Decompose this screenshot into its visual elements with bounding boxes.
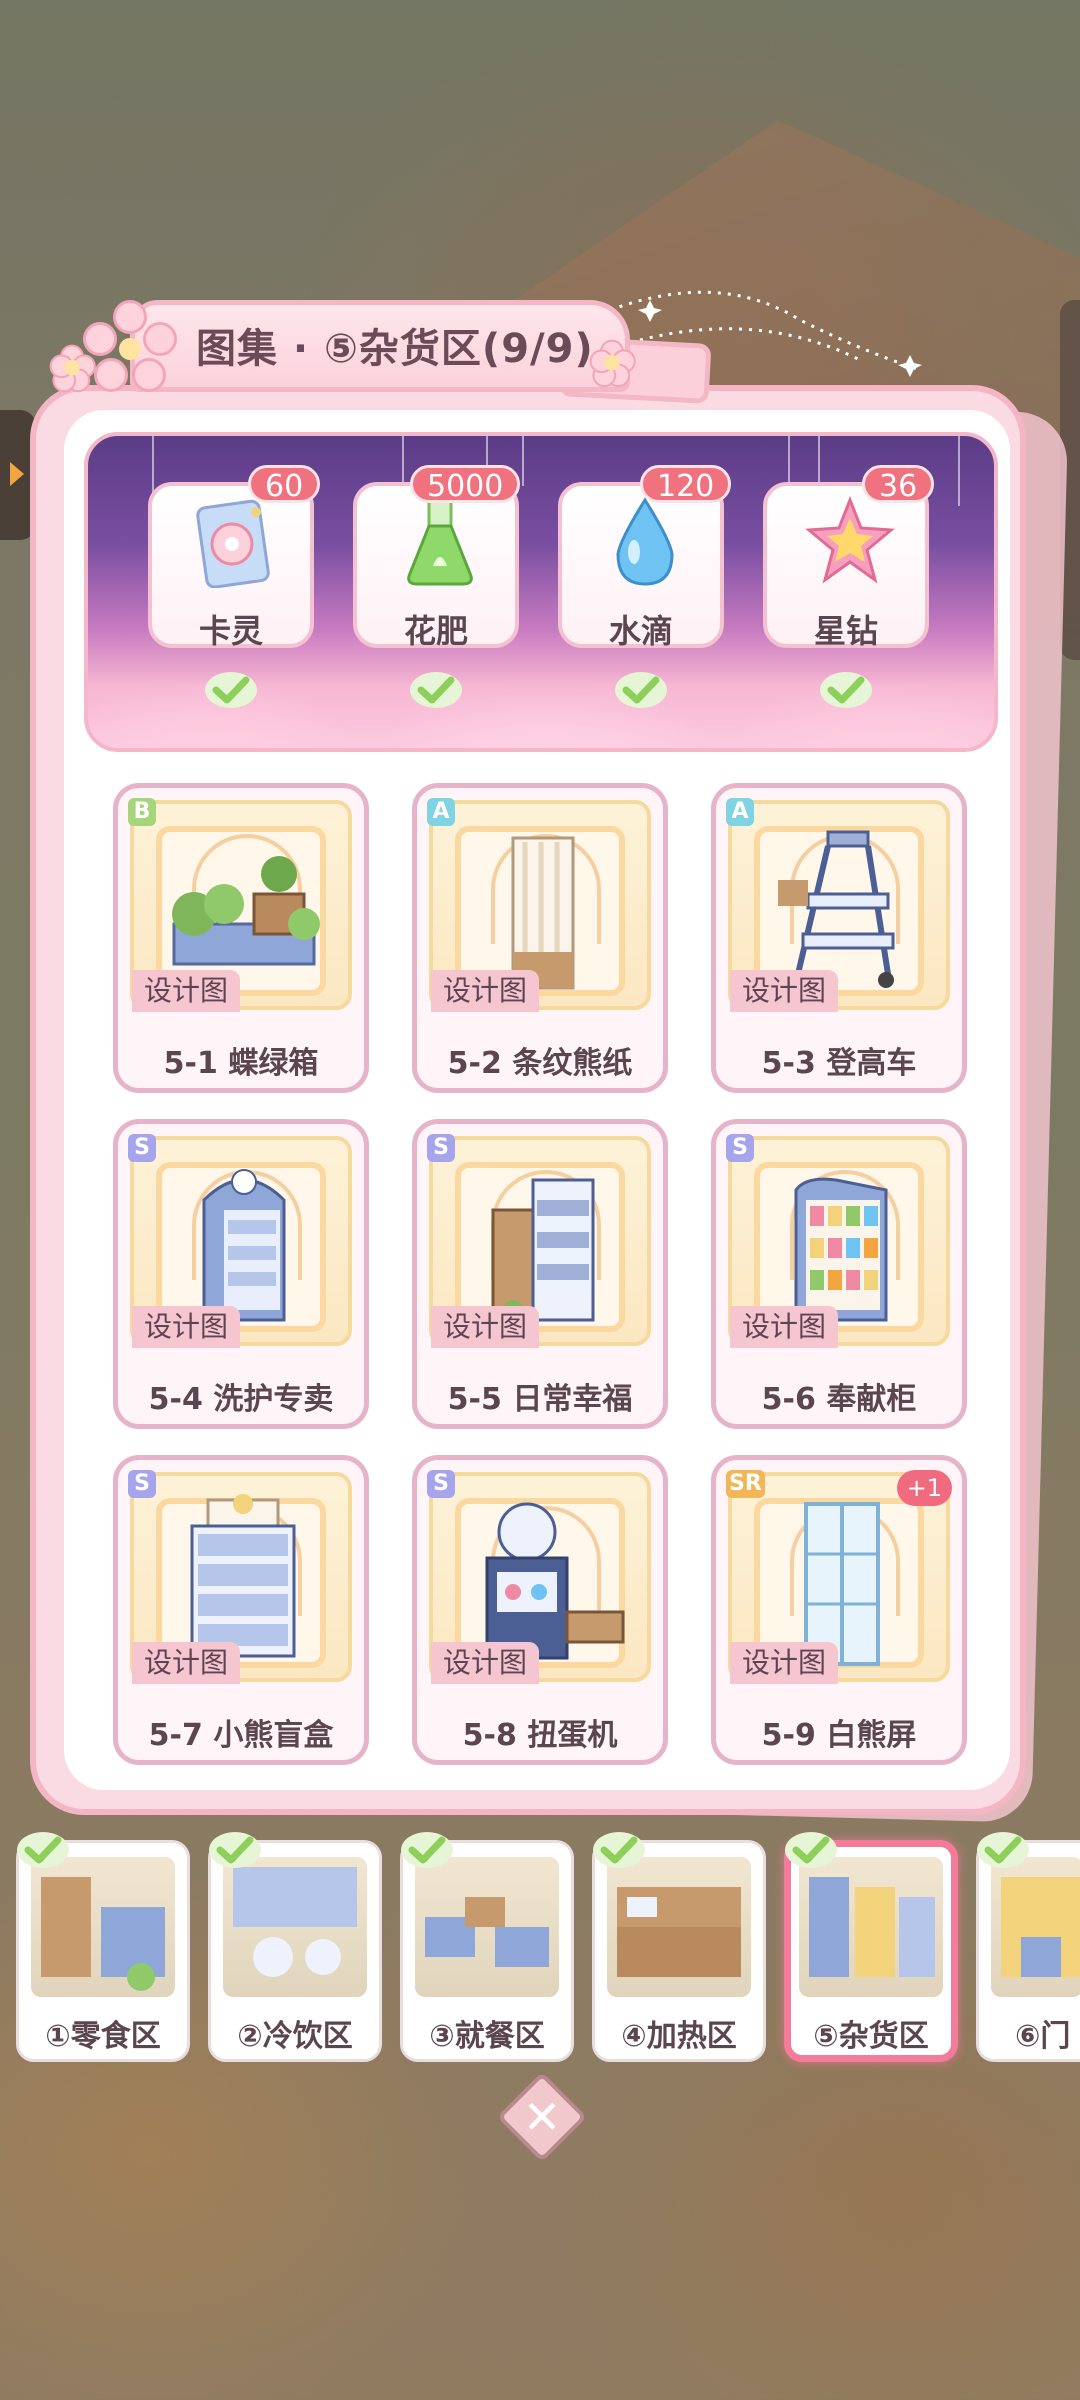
check-icon: [205, 672, 257, 708]
blueprint-tag: 设计图: [730, 1306, 839, 1348]
item-name: 5-8 扭蛋机: [462, 1718, 618, 1753]
area-label: ②冷饮区: [237, 2019, 353, 2054]
blueprint-card-5-6[interactable]: S 设计图 5-6 奉献柜: [711, 1119, 967, 1429]
area-tab-grocery[interactable]: ⑤杂货区: [784, 1840, 958, 2062]
area-label: ①零食区: [45, 2019, 161, 2054]
area-thumbnail: [415, 1857, 559, 1997]
area-label: ④加热区: [621, 2019, 737, 2054]
flower-icon: [589, 339, 636, 388]
toiletry-shelf-icon: [202, 1169, 286, 1322]
reward-label: 星钻: [813, 612, 878, 650]
area-thumbnail: [607, 1857, 751, 1997]
new-count-badge: +1: [896, 1470, 952, 1506]
grade-badge: S: [427, 1470, 455, 1498]
water-drop-icon: [616, 497, 674, 586]
blueprint-card-5-4[interactable]: S 设计图 5-4 洗护专卖: [113, 1119, 369, 1429]
step-ladder-cart-icon: [778, 830, 895, 988]
area-label: ⑤杂货区: [813, 2019, 929, 2054]
blueprint-tag: 设计图: [132, 1642, 241, 1684]
area-tab-heating[interactable]: ④加热区: [592, 1840, 766, 2062]
reward-label: 卡灵: [198, 612, 263, 650]
grade-badge: A: [427, 798, 455, 826]
blueprint-tag: 设计图: [132, 1306, 241, 1348]
area-thumbnail: [31, 1857, 175, 1997]
blueprint-tag: 设计图: [730, 970, 839, 1012]
blueprint-card-5-2[interactable]: A 设计图 5-2 条纹熊纸: [412, 783, 668, 1093]
card-spirit-icon: [196, 499, 270, 588]
check-icon: [410, 672, 462, 708]
item-name: 5-9 白熊屏: [761, 1718, 917, 1753]
check-icon: [785, 1832, 837, 1868]
check-icon: [209, 1832, 261, 1868]
check-icon: [401, 1832, 453, 1868]
area-thumbnail: [991, 1857, 1080, 1997]
plant-box-icon: [172, 856, 320, 966]
check-icon: [820, 672, 872, 708]
item-name: 5-1 蝶绿箱: [163, 1046, 319, 1081]
item-name: 5-3 登高车: [761, 1046, 917, 1081]
item-name: 5-7 小熊盲盒: [148, 1718, 334, 1753]
grade-badge: B: [128, 798, 156, 826]
check-icon: [17, 1832, 69, 1868]
check-icon: [615, 672, 667, 708]
flower-icon: [80, 300, 180, 400]
reward-label: 水滴: [608, 612, 673, 650]
area-label: ③就餐区: [429, 2019, 545, 2054]
item-name: 5-6 奉献柜: [761, 1382, 917, 1417]
reward-count-badge: 60: [248, 465, 321, 504]
reward-count-badge: 36: [862, 465, 935, 504]
blueprint-card-5-8[interactable]: S 设计图 5-8 扭蛋机: [412, 1455, 668, 1765]
snack-cabinet-icon: [794, 1177, 888, 1322]
area-tab-door[interactable]: ⑥门: [976, 1840, 1080, 2062]
blueprint-card-5-3[interactable]: A 设计图 5-3 登高车: [711, 783, 967, 1093]
item-name: 5-4 洗护专卖: [148, 1382, 334, 1417]
blueprint-card-5-9[interactable]: SR +1 设计图 5-9 白熊屏: [711, 1455, 967, 1765]
fertilizer-flask-icon: [407, 498, 473, 586]
grade-badge: S: [427, 1134, 455, 1162]
area-tab-snack[interactable]: ①零食区: [16, 1840, 190, 2062]
blueprint-tag: 设计图: [431, 1306, 540, 1348]
blind-box-cabinet-icon: [190, 1494, 296, 1658]
grade-badge: S: [726, 1134, 754, 1162]
reward-label: 花肥: [403, 612, 468, 650]
check-icon: [593, 1832, 645, 1868]
flower-icon: [49, 344, 96, 393]
daily-goods-shelf-icon: [491, 1178, 595, 1322]
grade-badge: SR: [726, 1470, 765, 1498]
item-name: 5-5 日常幸福: [447, 1382, 633, 1417]
grade-badge: S: [128, 1134, 156, 1162]
blueprint-card-5-5[interactable]: S 设计图 5-5 日常幸福: [412, 1119, 668, 1429]
area-tab-dining[interactable]: ③就餐区: [400, 1840, 574, 2062]
blueprint-tag: 设计图: [730, 1642, 839, 1684]
reward-count-badge: 120: [640, 465, 732, 504]
blueprint-card-5-7[interactable]: S 设计图 5-7 小熊盲盒: [113, 1455, 369, 1765]
close-icon[interactable]: ✕: [510, 2085, 574, 2149]
area-thumbnail: [799, 1857, 943, 1997]
check-icon: [977, 1832, 1029, 1868]
grade-badge: A: [726, 798, 754, 826]
area-tab-cold-drinks[interactable]: ②冷饮区: [208, 1840, 382, 2062]
blueprint-card-5-1[interactable]: B 设计图 5-1 蝶绿箱: [113, 783, 369, 1093]
page-title: 图集 · ⑤杂货区(9/9): [196, 326, 594, 372]
star-diamond-icon: [805, 496, 895, 584]
grade-badge: S: [128, 1470, 156, 1498]
reward-count-badge: 5000: [410, 465, 521, 504]
area-thumbnail: [223, 1857, 367, 1997]
blueprint-tag: 设计图: [132, 970, 241, 1012]
blueprint-tag: 设计图: [431, 970, 540, 1012]
item-name: 5-2 条纹熊纸: [447, 1046, 633, 1081]
area-label: ⑥门: [1015, 2019, 1071, 2054]
blueprint-tag: 设计图: [431, 1642, 540, 1684]
